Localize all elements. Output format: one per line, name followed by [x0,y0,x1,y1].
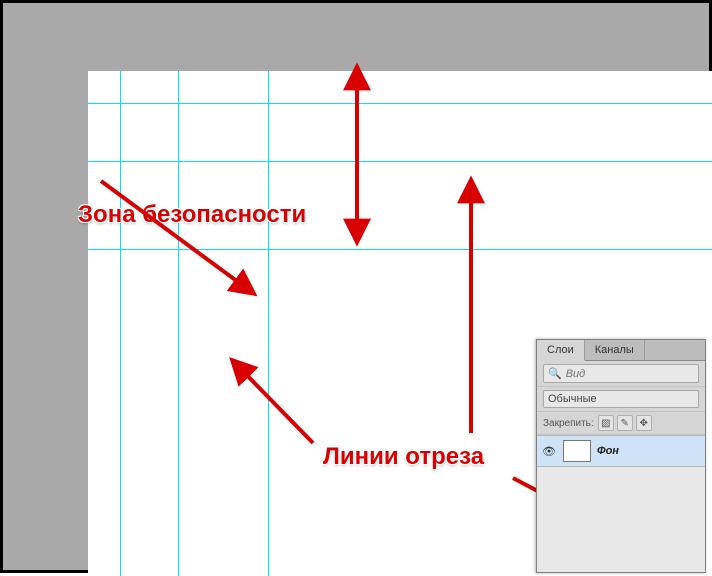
visibility-toggle[interactable]: 👁 [541,445,557,458]
blend-mode-select[interactable]: Обычные [543,390,699,408]
panel-tabs: Слои Каналы [537,340,705,361]
tab-layers[interactable]: Слои [537,340,585,361]
lock-row: Закрепить: ▨ ✎ ✥ [537,412,705,435]
guide-vertical[interactable] [268,71,269,576]
guide-horizontal[interactable] [88,249,712,250]
layer-filter[interactable]: 🔍 [543,364,699,383]
blend-mode-row: Обычные [537,387,705,412]
lock-pixels-icon[interactable]: ▨ [598,415,614,431]
guide-vertical[interactable] [120,71,121,576]
guide-horizontal[interactable] [88,103,712,104]
app-frame: Зона безопасности Линии отреза Слои Кана… [0,0,712,573]
search-icon: 🔍 [548,367,562,380]
guide-vertical[interactable] [178,71,179,576]
lock-label: Закрепить: [543,418,594,429]
layer-thumbnail[interactable] [563,440,591,462]
lock-brush-icon[interactable]: ✎ [617,415,633,431]
layer-filter-input[interactable] [566,368,694,380]
layer-row[interactable]: 👁 Фон [537,435,705,467]
lock-move-icon[interactable]: ✥ [636,415,652,431]
tab-channels[interactable]: Каналы [585,340,645,360]
layer-name[interactable]: Фон [597,445,619,457]
guide-horizontal[interactable] [88,161,712,162]
layers-panel[interactable]: Слои Каналы 🔍 Обычные Закрепить: ▨ ✎ ✥ 👁 [536,339,706,573]
layer-filter-row: 🔍 [537,361,705,387]
layer-list: 👁 Фон [537,435,705,572]
